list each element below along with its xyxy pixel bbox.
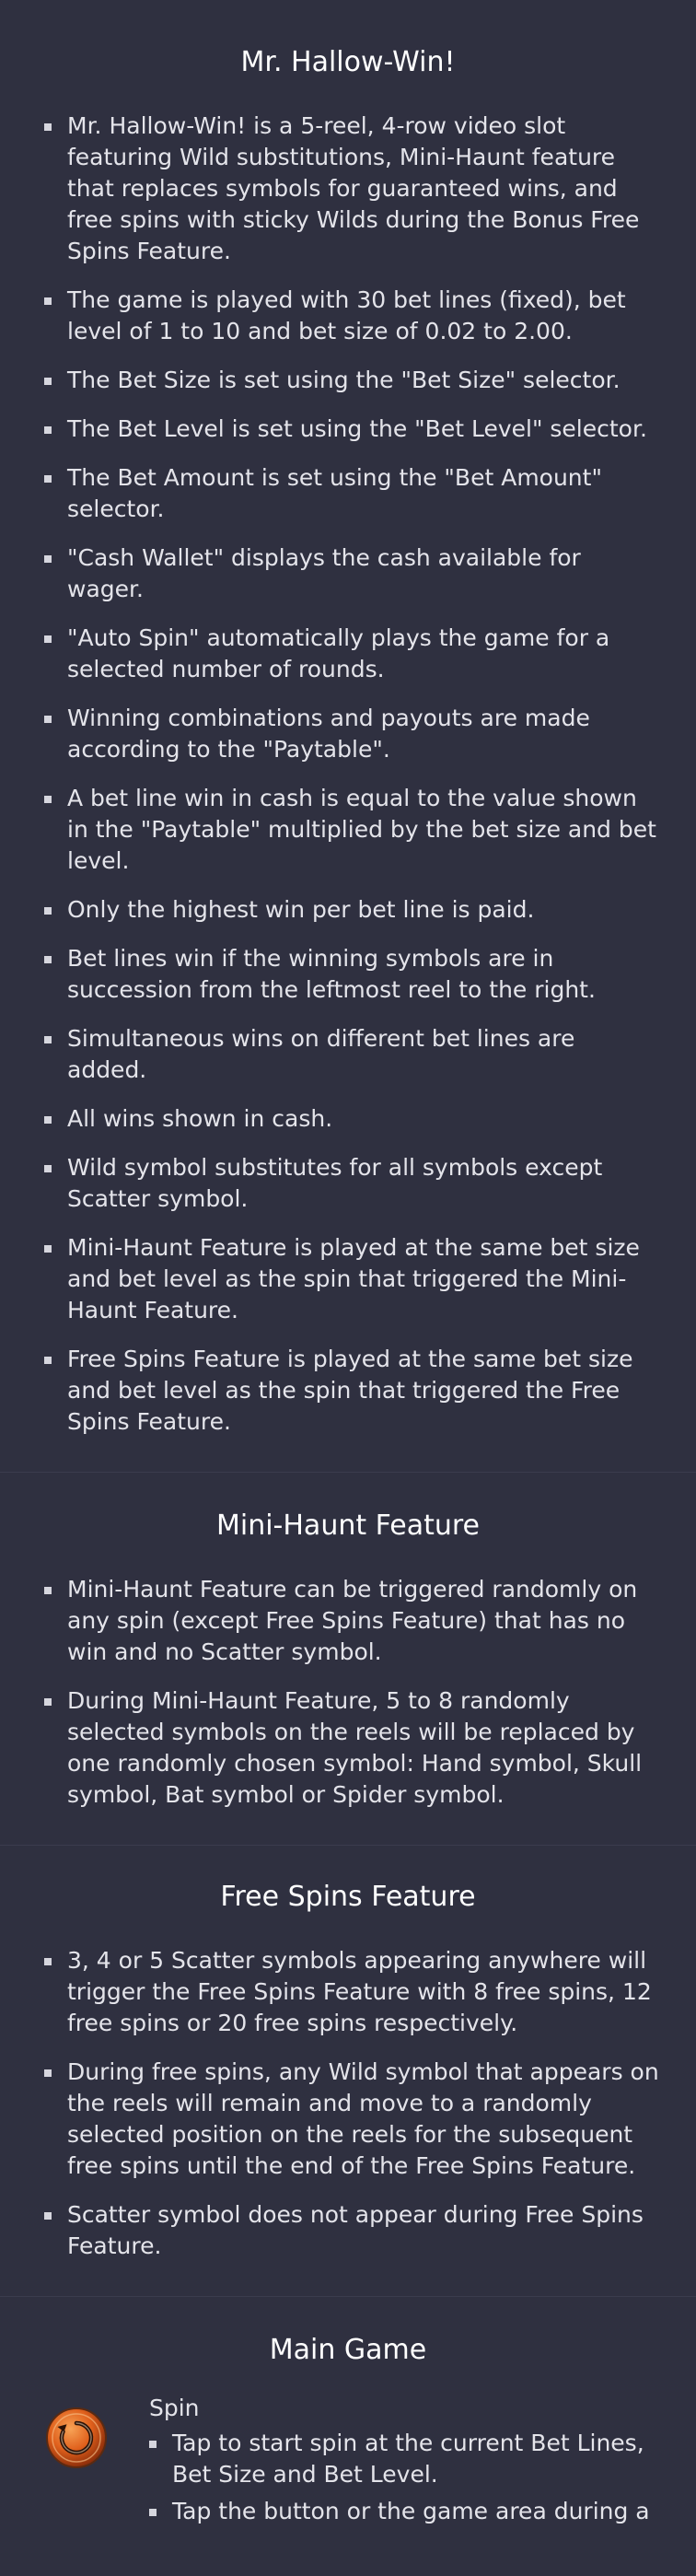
rule-item: A bet line win in cash is equal to the v… [44, 783, 659, 877]
rule-item: "Auto Spin" automatically plays the game… [44, 623, 659, 685]
rule-item: During free spins, any Wild symbol that … [44, 2057, 659, 2182]
spin-label: Spin [149, 2395, 200, 2421]
rule-item: All wins shown in cash. [44, 1103, 659, 1135]
game-rules-page: Mr. Hallow-Win! Mr. Hallow-Win! is a 5-r… [0, 0, 696, 2533]
rule-item: The Bet Level is set using the "Bet Leve… [44, 414, 659, 445]
rule-item: The Bet Amount is set using the "Bet Amo… [44, 462, 659, 525]
rule-item: Tap to start spin at the current Bet Lin… [149, 2428, 659, 2490]
rule-item: Free Spins Feature is played at the same… [44, 1344, 659, 1438]
spin-rules-list: Tap to start spin at the current Bet Lin… [149, 2428, 659, 2527]
spin-help-item: Spin Tap to start spin at the current Be… [0, 2393, 696, 2533]
rule-item: Simultaneous wins on different bet lines… [44, 1023, 659, 1086]
rule-item: Mr. Hallow-Win! is a 5-reel, 4-row video… [44, 111, 659, 267]
section-overview: Mr. Hallow-Win! Mr. Hallow-Win! is a 5-r… [0, 6, 696, 1473]
rule-item: Mini-Haunt Feature can be triggered rand… [44, 1574, 659, 1668]
rules-list: Mr. Hallow-Win! is a 5-reel, 4-row video… [0, 111, 696, 1472]
rule-item: Scatter symbol does not appear during Fr… [44, 2199, 659, 2262]
rule-item: Wild symbol substitutes for all symbols … [44, 1152, 659, 1215]
rule-item: Tap the button or the game area during a [149, 2496, 659, 2527]
section-free-spins: Free Spins Feature 3, 4 or 5 Scatter sym… [0, 1846, 696, 2297]
rule-item: "Cash Wallet" displays the cash availabl… [44, 542, 659, 605]
rule-item: Only the highest win per bet line is pai… [44, 894, 659, 926]
section-title: Free Spins Feature [220, 1881, 476, 1913]
rule-item: Mini-Haunt Feature is played at the same… [44, 1232, 659, 1326]
section-title: Mini-Haunt Feature [215, 1509, 481, 1542]
rule-item: The game is played with 30 bet lines (fi… [44, 285, 659, 347]
section-title: Main Game [269, 2334, 427, 2366]
rule-item: During Mini-Haunt Feature, 5 to 8 random… [44, 1685, 659, 1811]
rule-item: 3, 4 or 5 Scatter symbols appearing anyw… [44, 1945, 659, 2039]
section-title: Mr. Hallow-Win! [240, 46, 456, 78]
section-main-game: Main Game Spin Tap to start spin at the … [0, 2297, 696, 2533]
spin-help-body: Spin Tap to start spin at the current Be… [109, 2393, 696, 2533]
rule-item: Bet lines win if the winning symbols are… [44, 943, 659, 1006]
rule-item: The Bet Size is set using the "Bet Size"… [44, 365, 659, 396]
rule-item: Winning combinations and payouts are mad… [44, 703, 659, 765]
rules-list: Mini-Haunt Feature can be triggered rand… [0, 1574, 696, 1845]
section-mini-haunt: Mini-Haunt Feature Mini-Haunt Feature ca… [0, 1473, 696, 1846]
rules-list: 3, 4 or 5 Scatter symbols appearing anyw… [0, 1945, 696, 2296]
spin-button-icon [44, 2406, 109, 2470]
